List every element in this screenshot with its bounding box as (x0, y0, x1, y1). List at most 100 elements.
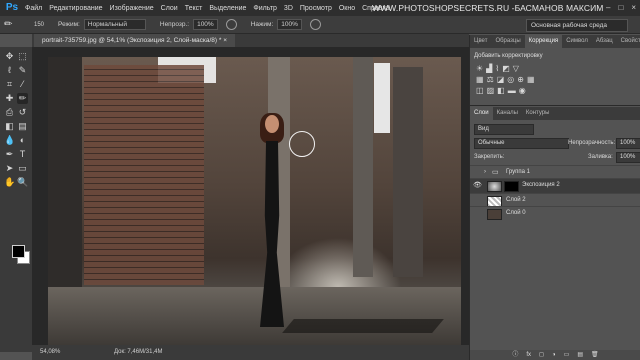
pillar-right (353, 57, 373, 277)
invert-icon[interactable]: ◫ (476, 86, 487, 95)
lookup-icon[interactable]: ▦ (527, 75, 538, 84)
hue-icon[interactable]: ▦ (476, 75, 487, 84)
new-group-icon[interactable]: ▭ (564, 350, 570, 360)
opacity-input[interactable]: 100% (193, 19, 218, 30)
gradient-map-icon[interactable]: ▬ (508, 86, 519, 95)
new-layer-icon[interactable]: ▤ (577, 350, 583, 360)
new-adjustment-icon[interactable]: ◑ (552, 350, 556, 360)
brush-size[interactable]: 150 (34, 22, 44, 28)
minimize-icon[interactable]: – (606, 3, 610, 12)
tab-adjustments[interactable]: Коррекция (524, 35, 563, 48)
layer-mask-thumbnail[interactable] (504, 181, 519, 192)
menu-edit[interactable]: Редактирование (49, 5, 102, 12)
tab-paths[interactable]: Контуры (522, 107, 554, 120)
photo-filter-icon[interactable]: ◎ (507, 75, 517, 84)
menu-view[interactable]: Просмотр (300, 5, 332, 12)
threshold-icon[interactable]: ◧ (497, 86, 508, 95)
type-tool-icon[interactable]: T (17, 149, 28, 160)
exposure-icon[interactable]: ◩ (502, 64, 513, 73)
tab-layers[interactable]: Слои (470, 107, 493, 120)
foreground-color-swatch[interactable] (12, 245, 25, 258)
layer-thumbnail (487, 209, 502, 220)
trash-icon[interactable]: 🗑 (591, 350, 599, 360)
path-select-tool-icon[interactable]: ➤ (4, 163, 15, 174)
layer-opacity-input[interactable]: 100% (616, 138, 640, 149)
pressure-input[interactable]: 100% (277, 19, 302, 30)
menu-file[interactable]: Файл (25, 5, 42, 12)
history-brush-tool-icon[interactable]: ↺ (17, 107, 28, 118)
eraser-tool-icon[interactable]: ◧ (4, 121, 15, 132)
menu-filter[interactable]: Фильтр (253, 5, 277, 12)
airbrush-icon[interactable] (309, 19, 321, 30)
workspace-select[interactable]: Основная рабочая среда (526, 19, 628, 32)
pen-tool-icon[interactable]: ✒ (4, 149, 15, 160)
selective-color-icon[interactable]: ◉ (519, 86, 529, 95)
layer-row[interactable]: 👁 Экспозиция 2 (470, 178, 640, 194)
brick-wall (84, 65, 204, 285)
tab-swatches[interactable]: Образцы (491, 35, 524, 48)
color-balance-icon[interactable]: ⚖ (487, 75, 497, 84)
add-mask-icon[interactable]: ◻ (539, 350, 544, 360)
bw-icon[interactable]: ◪ (497, 75, 508, 84)
shape-tool-icon[interactable]: ▭ (17, 163, 28, 174)
document-image[interactable] (48, 57, 461, 345)
document-tab[interactable]: portrait-735759.jpg @ 54,1% (Экспозиция … (34, 34, 236, 47)
menu-image[interactable]: Изображение (110, 5, 154, 12)
posterize-icon[interactable]: ▨ (487, 86, 498, 95)
black-dress (260, 141, 284, 327)
menu-type[interactable]: Текст (185, 5, 203, 12)
vibrance-icon[interactable]: ▽ (513, 64, 522, 73)
tab-color[interactable]: Цвет (470, 35, 491, 48)
right-window (374, 63, 390, 133)
figure-shadow (282, 319, 444, 333)
move-tool-icon[interactable]: ✥ (4, 51, 15, 62)
pressure-opacity-icon[interactable] (225, 19, 237, 30)
fx-icon[interactable]: fx (526, 350, 531, 360)
zoom-level[interactable]: 54,08% (40, 345, 60, 360)
hand-tool-icon[interactable]: ✋ (4, 177, 15, 188)
stamp-tool-icon[interactable]: ⎙ (4, 107, 15, 118)
tab-paragraph[interactable]: Абзац (592, 35, 617, 48)
layer-row[interactable]: Слой 0 (470, 206, 640, 220)
dodge-tool-icon[interactable]: ◐ (17, 135, 28, 146)
menu-select[interactable]: Выделение (209, 5, 246, 12)
layer-row[interactable]: › ▭ Группа 1 (470, 165, 640, 179)
marquee-tool-icon[interactable]: ⬚ (17, 51, 28, 62)
brush-preset-icon[interactable]: ✏ (4, 19, 18, 31)
zoom-tool-icon[interactable]: 🔍 (17, 177, 28, 188)
crop-tool-icon[interactable]: ⌗ (4, 79, 15, 90)
blend-mode-select[interactable]: Обычные (474, 138, 569, 149)
tab-channels[interactable]: Каналы (493, 107, 522, 120)
quick-select-tool-icon[interactable]: ✎ (17, 65, 28, 76)
channel-mixer-icon[interactable]: ⊕ (517, 75, 527, 84)
mode-label: Режим: (58, 21, 80, 28)
levels-icon[interactable]: ▟ (486, 64, 495, 73)
lasso-tool-icon[interactable]: ℓ (4, 65, 15, 76)
canvas-area[interactable] (32, 47, 469, 345)
eyedropper-tool-icon[interactable]: ⁄ (17, 79, 28, 90)
close-icon[interactable]: × (631, 3, 636, 12)
lock-label: Закрепить: (474, 154, 505, 160)
layer-row[interactable]: Слой 2 (470, 193, 640, 207)
tab-character[interactable]: Символ (562, 35, 592, 48)
link-layers-icon[interactable]: ⓘ (512, 350, 518, 360)
mode-select[interactable]: Нормальный (83, 19, 146, 30)
tab-properties[interactable]: Свойства (617, 35, 640, 48)
maximize-icon[interactable]: □ (618, 3, 623, 12)
fill-input[interactable]: 100% (616, 152, 640, 163)
doc-size-info[interactable]: Док: 7,46M/31,4M (114, 345, 162, 360)
brightness-icon[interactable]: ☀ (476, 64, 486, 73)
healing-tool-icon[interactable]: ✚ (4, 93, 15, 104)
visibility-icon[interactable]: 👁 (473, 179, 482, 192)
menu-layers[interactable]: Слои (161, 5, 178, 12)
blur-tool-icon[interactable]: 💧 (4, 135, 15, 146)
photoshop-logo: Ps (5, 2, 19, 13)
layer-filter-select[interactable]: Вид (474, 124, 534, 135)
menu-3d[interactable]: 3D (284, 5, 293, 12)
menu-window[interactable]: Окно (339, 5, 355, 12)
gradient-tool-icon[interactable]: ▤ (17, 121, 28, 132)
window-controls: – □ × (606, 3, 636, 12)
layers-bottom-bar: ⓘ fx ◻ ◑ ▭ ▤ 🗑 (470, 350, 640, 360)
watermark-text: WWW.PHOTOSHOPSECRETS.RU -БАСМАНОВ МАКСИМ (372, 3, 604, 13)
brush-tool-icon[interactable]: ✏ (17, 93, 28, 104)
